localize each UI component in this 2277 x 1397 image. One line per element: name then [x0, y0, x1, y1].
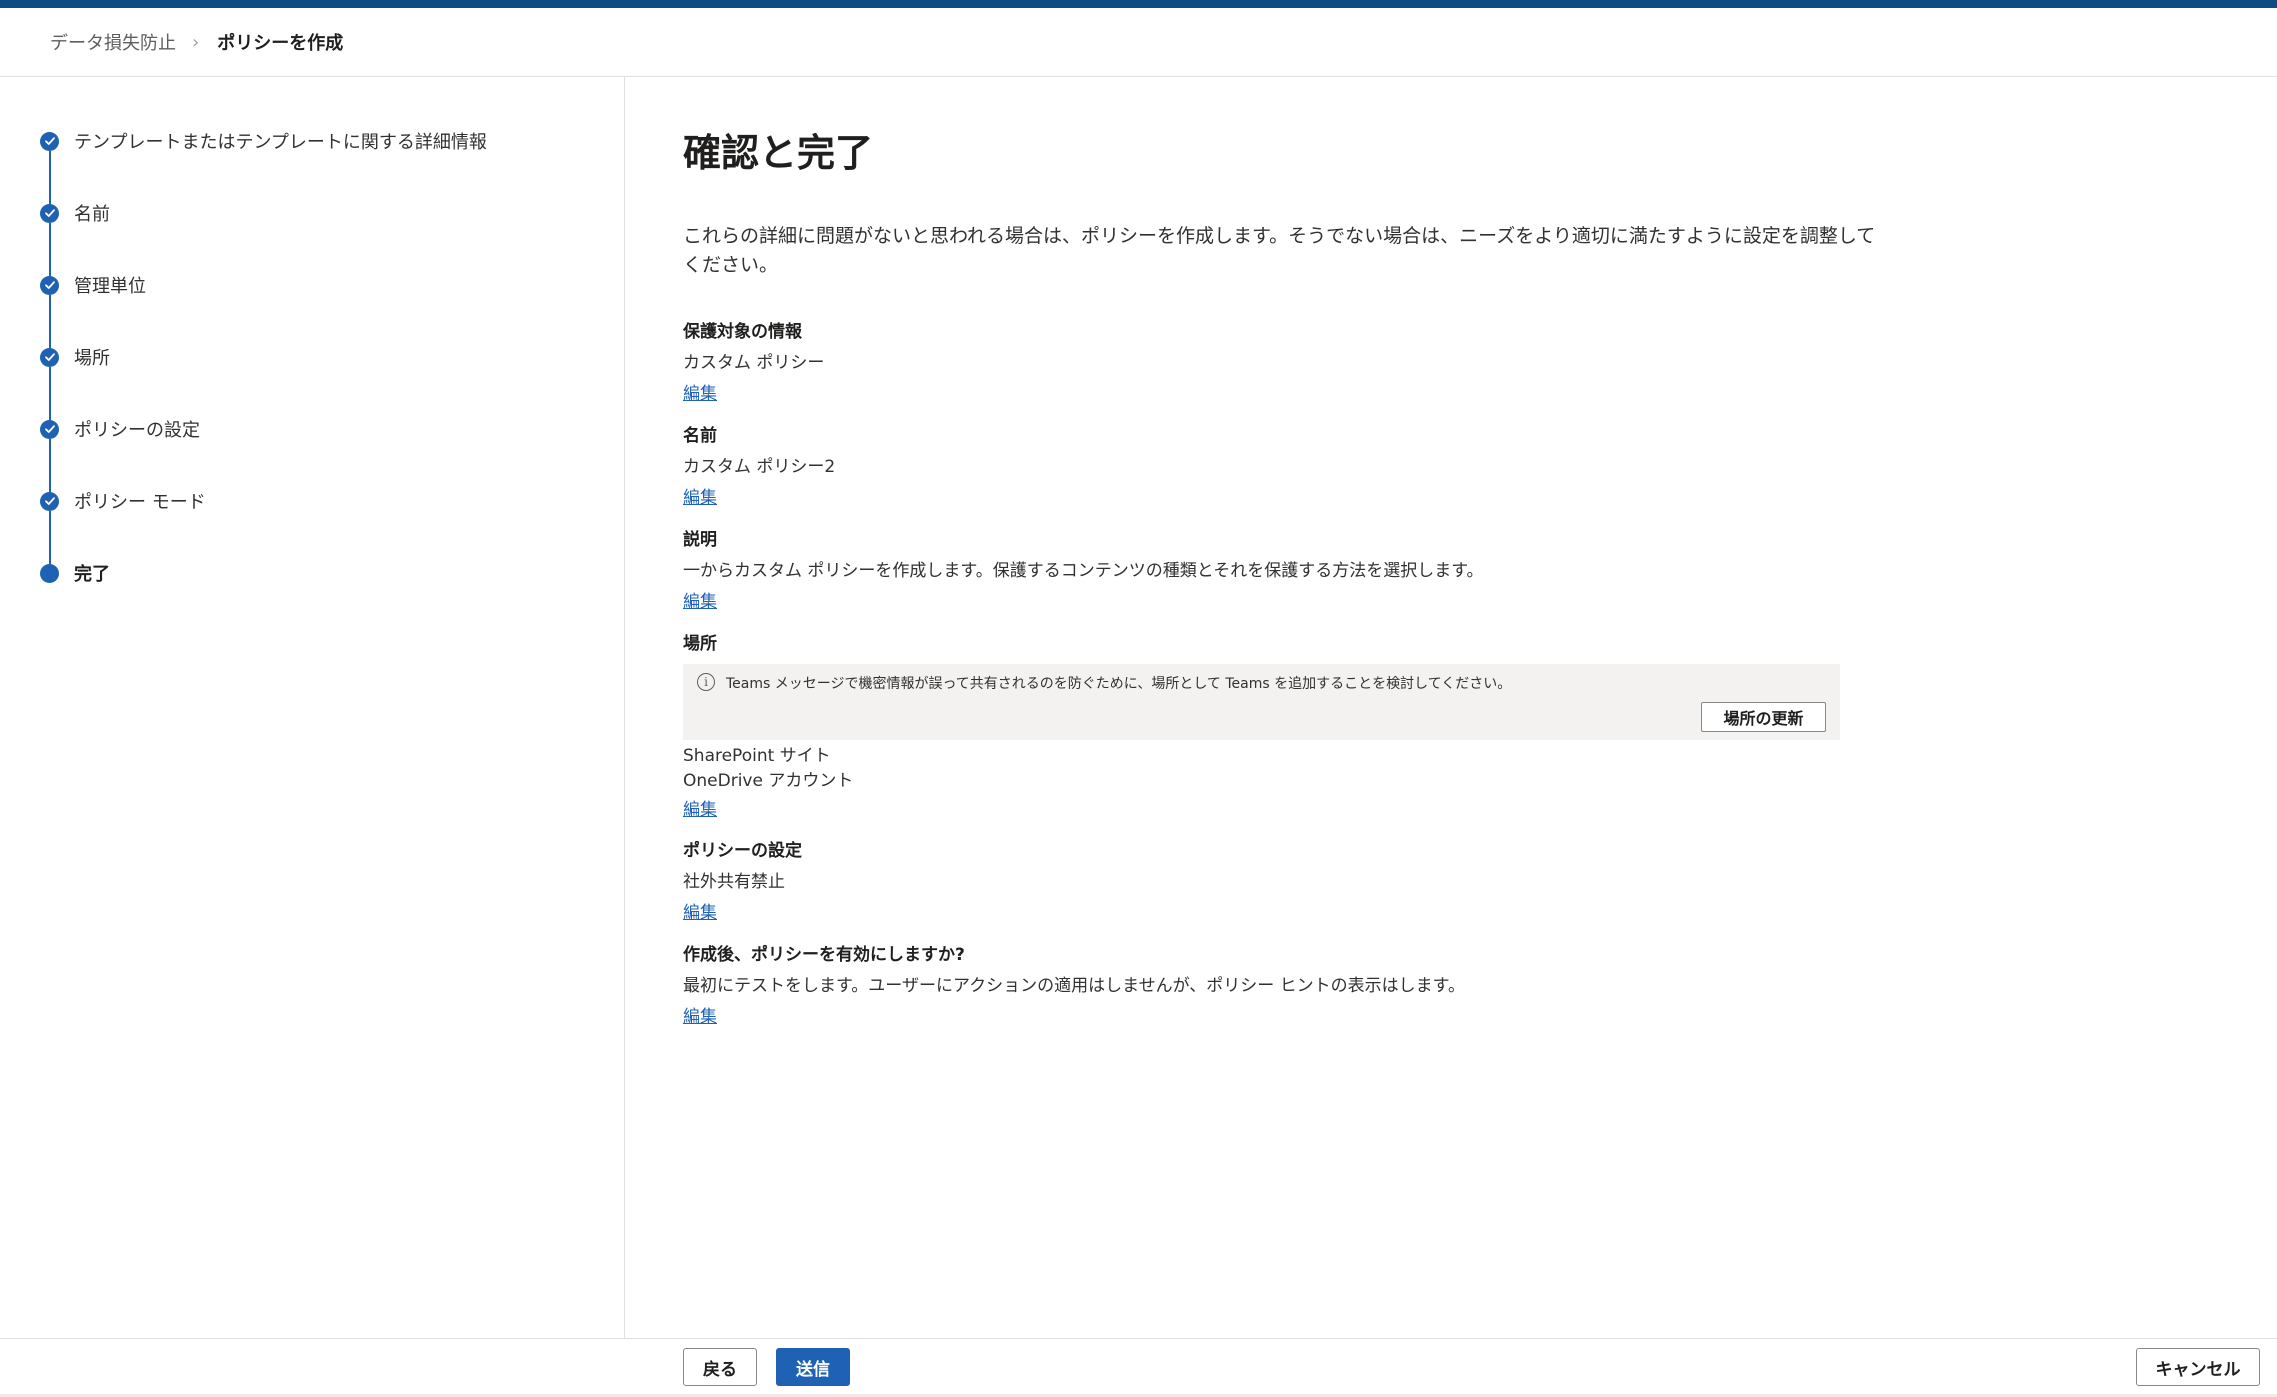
- location-value-sharepoint: SharePoint サイト: [683, 746, 831, 766]
- info-message-text: Teams メッセージで機密情報が誤って共有されるのを防ぐために、場所として T…: [726, 676, 1512, 692]
- step-connector: [49, 439, 51, 492]
- step-connector: [49, 367, 51, 420]
- step-connector: [49, 295, 51, 348]
- section-heading-policy-settings: ポリシーの設定: [683, 841, 802, 861]
- breadcrumb: データ損失防止 › ポリシーを作成: [50, 28, 343, 56]
- step-admin-units[interactable]: 管理単位: [40, 270, 600, 300]
- checkmark-icon: [40, 419, 59, 439]
- section-value-protected-info: カスタム ポリシー: [683, 353, 825, 373]
- checkmark-icon: [40, 275, 59, 295]
- edit-link-locations[interactable]: 編集: [683, 795, 717, 820]
- checkmark-icon: [40, 203, 59, 223]
- edit-link-enable-policy[interactable]: 編集: [683, 1002, 717, 1027]
- footer-divider: [0, 1338, 2277, 1339]
- update-locations-button[interactable]: 場所の更新: [1701, 702, 1826, 732]
- step-connector: [49, 511, 51, 564]
- section-heading-description: 説明: [683, 530, 717, 550]
- edit-link-description[interactable]: 編集: [683, 587, 717, 612]
- step-label: ポリシー モード: [74, 492, 206, 513]
- step-locations[interactable]: 場所: [40, 342, 600, 372]
- chevron-right-icon: ›: [192, 31, 200, 53]
- checkmark-icon: [40, 347, 59, 367]
- step-connector: [49, 151, 51, 204]
- edit-link-protected-info[interactable]: 編集: [683, 379, 717, 404]
- step-policy-settings[interactable]: ポリシーの設定: [40, 414, 600, 444]
- breadcrumb-current: ポリシーを作成: [217, 33, 344, 54]
- current-step-dot-icon: [40, 563, 59, 583]
- step-label: テンプレートまたはテンプレートに関する詳細情報: [74, 132, 487, 153]
- step-policy-mode[interactable]: ポリシー モード: [40, 486, 600, 516]
- info-icon: i: [697, 673, 715, 691]
- section-heading-locations: 場所: [683, 634, 717, 654]
- edit-link-name[interactable]: 編集: [683, 483, 717, 508]
- intro-text: これらの詳細に問題がないと思われる場合は、ポリシーを作成します。そうでない場合は…: [683, 225, 1876, 276]
- back-button[interactable]: 戻る: [683, 1348, 757, 1386]
- step-name[interactable]: 名前: [40, 198, 600, 228]
- cancel-button[interactable]: キャンセル: [2136, 1348, 2260, 1386]
- top-accent-bar: [0, 0, 2277, 8]
- checkmark-icon: [40, 491, 59, 511]
- section-heading-enable-policy: 作成後、ポリシーを有効にしますか?: [683, 945, 965, 965]
- step-label: 名前: [74, 204, 110, 225]
- wizard-steps-panel: テンプレートまたはテンプレートに関する詳細情報 名前 管理単位 場所 ポリシーの: [0, 77, 625, 1338]
- step-finish[interactable]: 完了: [40, 558, 600, 588]
- edit-link-policy-settings[interactable]: 編集: [683, 898, 717, 923]
- step-label: 完了: [74, 564, 110, 585]
- section-value-policy-settings: 社外共有禁止: [683, 872, 785, 892]
- checkmark-icon: [40, 131, 59, 151]
- page-title: 確認と完了: [683, 131, 874, 175]
- breadcrumb-dlp-link[interactable]: データ損失防止: [50, 29, 176, 55]
- section-heading-protected-info: 保護対象の情報: [683, 322, 802, 342]
- submit-button[interactable]: 送信: [776, 1348, 850, 1386]
- section-value-enable-policy: 最初にテストをします。ユーザーにアクションの適用はしませんが、ポリシー ヒントの…: [683, 976, 1465, 996]
- section-value-name: カスタム ポリシー2: [683, 457, 836, 477]
- step-template[interactable]: テンプレートまたはテンプレートに関する詳細情報: [40, 126, 600, 156]
- step-label: ポリシーの設定: [74, 420, 200, 441]
- step-label: 場所: [74, 348, 110, 369]
- section-value-description: 一からカスタム ポリシーを作成します。保護するコンテンツの種類とそれを保護する方…: [683, 561, 1484, 581]
- teams-info-message: i Teams メッセージで機密情報が誤って共有されるのを防ぐために、場所として…: [683, 664, 1840, 740]
- location-value-onedrive: OneDrive アカウント: [683, 771, 854, 791]
- step-label: 管理単位: [74, 276, 146, 297]
- step-connector: [49, 223, 51, 276]
- section-heading-name: 名前: [683, 426, 717, 446]
